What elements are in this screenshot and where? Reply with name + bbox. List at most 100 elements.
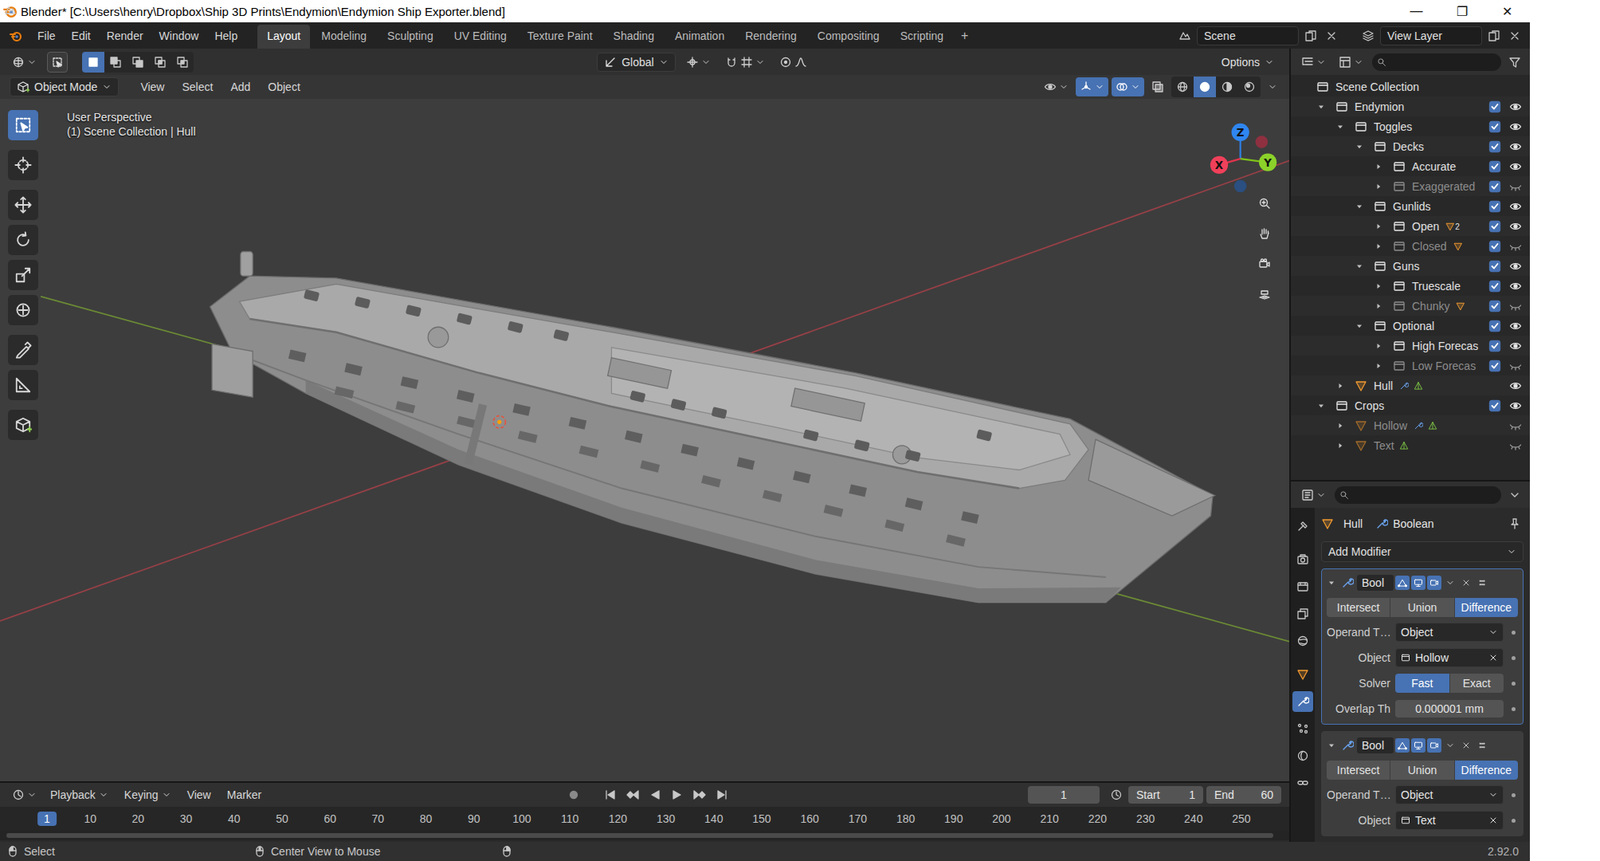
eye-icon[interactable]	[1509, 259, 1522, 273]
checkbox-on-icon[interactable]	[1488, 339, 1502, 353]
orientation-dropdown[interactable]: Global	[596, 52, 675, 72]
viewport-menu-item[interactable]: Select	[174, 77, 220, 97]
expand-toggle[interactable]	[1373, 341, 1393, 351]
number-field[interactable]: 0.000001 mm	[1395, 699, 1504, 718]
play-button[interactable]	[668, 785, 687, 804]
eye-closed-icon[interactable]	[1509, 359, 1522, 373]
collapse-toggle[interactable]	[1326, 577, 1340, 588]
workspace-tab[interactable]: Scripting	[890, 24, 953, 49]
close-icon[interactable]	[1488, 815, 1499, 825]
operation-button[interactable]: Intersect	[1326, 760, 1390, 780]
blender-menu[interactable]	[6, 29, 29, 43]
shading-button[interactable]	[1215, 76, 1239, 98]
modifier-menu[interactable]	[1443, 737, 1458, 753]
close-icon[interactable]	[1488, 652, 1499, 663]
viewport-toggle[interactable]	[1411, 737, 1426, 753]
window-control[interactable]: ✕	[1484, 3, 1530, 20]
layers-icon[interactable]	[1361, 29, 1375, 43]
snap-toggle[interactable]	[721, 52, 769, 72]
keyframe-dot[interactable]	[1511, 655, 1516, 660]
editor-type-button[interactable]	[7, 52, 41, 72]
visibility-dropdown[interactable]	[1039, 77, 1073, 97]
tool-button[interactable]	[7, 369, 39, 400]
outliner-item[interactable]: Exaggerated	[1290, 176, 1530, 197]
expand-toggle[interactable]	[1316, 400, 1336, 411]
modifier-name-field[interactable]: Bool	[1356, 737, 1394, 753]
properties-tab[interactable]	[1292, 630, 1314, 651]
current-frame-field[interactable]: 1	[1027, 785, 1100, 804]
close-icon[interactable]	[1508, 29, 1522, 43]
jump-start-button[interactable]	[601, 785, 620, 804]
expand-toggle[interactable]	[1373, 241, 1393, 251]
outliner-item[interactable]: Hollow	[1290, 415, 1530, 436]
drag-handle[interactable]	[1474, 575, 1490, 590]
properties-tab[interactable]	[1292, 690, 1314, 712]
select-mode-button[interactable]	[104, 51, 127, 73]
tool-button[interactable]	[7, 259, 39, 291]
outliner-item[interactable]: Endymion	[1290, 96, 1530, 117]
options-button[interactable]	[1505, 486, 1524, 504]
viewport-menu-item[interactable]: View	[133, 77, 172, 97]
outliner-item[interactable]: Guns	[1290, 255, 1530, 276]
editor-type-button[interactable]	[1297, 485, 1330, 505]
operand-type-dropdown[interactable]: Object	[1395, 784, 1504, 804]
remove-modifier[interactable]	[1458, 737, 1474, 753]
eye-icon[interactable]	[1509, 100, 1522, 114]
checkbox-on-icon[interactable]	[1488, 100, 1502, 114]
properties-tab[interactable]	[1292, 515, 1314, 537]
checkbox-on-icon[interactable]	[1488, 200, 1502, 213]
checkbox-on-icon[interactable]	[1488, 120, 1502, 134]
select-mode-button[interactable]	[149, 51, 172, 73]
outliner-item[interactable]: Hull	[1290, 375, 1530, 396]
eye-closed-icon[interactable]	[1509, 419, 1522, 432]
expand-toggle[interactable]	[1373, 281, 1393, 291]
workspace-tab[interactable]: Texture Paint	[517, 24, 603, 49]
properties-tab[interactable]	[1292, 576, 1314, 597]
ship-model[interactable]	[209, 251, 1215, 603]
tool-button[interactable]	[7, 294, 39, 326]
window-control[interactable]: —	[1393, 3, 1440, 19]
outliner-item[interactable]: Toggles	[1290, 116, 1530, 137]
shading-options[interactable]	[1263, 78, 1282, 95]
object-field[interactable]: Text	[1395, 810, 1504, 830]
workspace-tab[interactable]: Compositing	[807, 24, 890, 49]
mode-dropdown[interactable]: Object Mode	[9, 77, 119, 97]
expand-toggle[interactable]	[1373, 360, 1393, 371]
display-mode-button[interactable]	[1334, 52, 1368, 72]
properties-tab[interactable]	[1292, 663, 1314, 685]
checkbox-on-icon[interactable]	[1488, 140, 1502, 153]
workspace-tab[interactable]: Modeling	[311, 24, 377, 49]
next-keyframe-button[interactable]	[690, 785, 709, 804]
tool-button[interactable]	[7, 409, 39, 440]
object-field[interactable]: Hollow	[1395, 647, 1504, 667]
jump-end-button[interactable]	[713, 785, 731, 804]
active-tool-button[interactable]	[47, 51, 68, 73]
tool-button[interactable]	[7, 149, 39, 181]
properties-tab[interactable]	[1292, 772, 1314, 793]
preview-range-toggle[interactable]	[1107, 785, 1126, 804]
expand-toggle[interactable]	[1354, 201, 1374, 212]
close-icon[interactable]	[1325, 29, 1338, 43]
pivot-dropdown[interactable]	[682, 52, 715, 72]
modifier-menu[interactable]	[1443, 575, 1458, 590]
checkbox-on-icon[interactable]	[1488, 180, 1502, 193]
tool-button[interactable]	[7, 224, 39, 255]
editor-type-button[interactable]	[1297, 52, 1330, 72]
expand-toggle[interactable]	[1373, 301, 1393, 311]
camera-view-button[interactable]	[1252, 251, 1277, 276]
checkbox-on-icon[interactable]	[1488, 259, 1502, 273]
copy-icon[interactable]	[1487, 29, 1501, 43]
expand-toggle[interactable]	[1335, 380, 1355, 391]
properties-tab[interactable]	[0, 0, 21, 21]
workspace-tab[interactable]: Rendering	[735, 24, 807, 49]
outliner-item[interactable]: Gunlids	[1290, 196, 1530, 216]
tool-button[interactable]	[7, 189, 39, 220]
operand-type-dropdown[interactable]: Object	[1395, 622, 1504, 642]
eye-icon[interactable]	[1509, 120, 1522, 134]
menu-item[interactable]: File	[30, 26, 63, 46]
scene-icon[interactable]	[1178, 29, 1192, 43]
expand-toggle[interactable]	[1316, 101, 1336, 112]
outliner-item[interactable]: Crops	[1290, 395, 1530, 416]
copy-icon[interactable]	[1304, 29, 1318, 43]
tool-button[interactable]	[7, 109, 39, 141]
